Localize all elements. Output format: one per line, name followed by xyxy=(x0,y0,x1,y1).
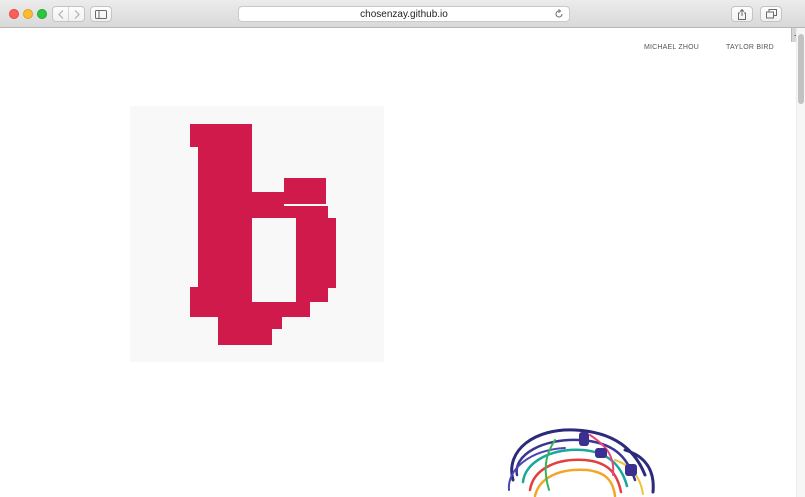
reload-icon[interactable] xyxy=(554,9,564,19)
tabs-icon xyxy=(765,9,777,19)
share-button[interactable] xyxy=(731,6,753,22)
scrollbar-thumb[interactable] xyxy=(798,34,804,104)
zoom-window-button[interactable] xyxy=(37,9,47,19)
history-nav-group xyxy=(52,6,85,22)
nav-link-michael-zhou[interactable]: MICHAEL ZHOU xyxy=(644,44,699,51)
pixel-b-logo-icon xyxy=(190,124,336,345)
forward-button[interactable] xyxy=(68,7,84,21)
forward-icon xyxy=(74,9,80,19)
close-window-button[interactable] xyxy=(9,9,19,19)
back-button[interactable] xyxy=(53,7,68,21)
back-icon xyxy=(57,9,63,19)
nav-link-taylor-bird[interactable]: TAYLOR BIRD xyxy=(726,44,774,51)
sidebar-button[interactable] xyxy=(90,6,112,22)
show-tabs-button[interactable] xyxy=(760,6,782,22)
browser-toolbar: chosenzay.github.io xyxy=(0,0,805,28)
sidebar-icon xyxy=(95,9,107,19)
rubber-band-ball-image xyxy=(507,428,655,497)
logo-card xyxy=(130,106,384,362)
share-icon xyxy=(738,8,746,20)
page-scrollbar[interactable] xyxy=(796,28,805,497)
url-text: chosenzay.github.io xyxy=(360,9,448,20)
minimize-window-button[interactable] xyxy=(23,9,33,19)
address-bar[interactable]: chosenzay.github.io xyxy=(238,6,570,22)
